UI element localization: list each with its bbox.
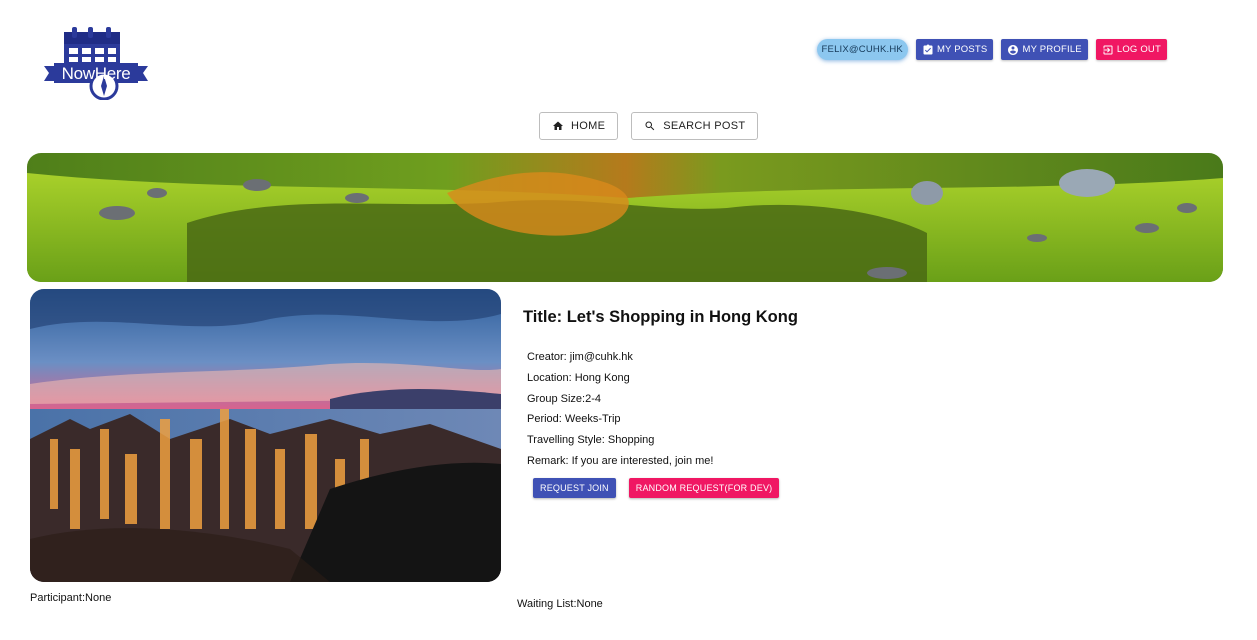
my-posts-button[interactable]: MY POSTS xyxy=(915,39,994,60)
main-nav: HOME SEARCH POST xyxy=(539,112,759,140)
top-nav: FELIX@CUHK.HK MY POSTS MY PROFILE LOG OU… xyxy=(816,39,1167,60)
search-icon xyxy=(645,121,655,131)
exit-icon xyxy=(1103,45,1113,54)
search-post-label: SEARCH POST xyxy=(663,120,746,132)
travelling-style-text: Travelling Style: Shopping xyxy=(527,434,655,447)
user-email-chip[interactable]: FELIX@CUHK.HK xyxy=(816,39,908,60)
waiting-list-text: Waiting List:None xyxy=(517,598,603,610)
grassland-image xyxy=(27,153,1223,282)
post-details: Creator: jim@cuhk.hk Location: Hong Kong… xyxy=(527,347,713,472)
post-image xyxy=(30,289,501,582)
nowhere-logo[interactable]: NowHere xyxy=(44,26,148,101)
home-icon xyxy=(553,121,563,130)
logo-graphic xyxy=(44,27,148,101)
period-text: Period: Weeks-Trip xyxy=(527,413,621,426)
location-text: Location: Hong Kong xyxy=(527,371,630,384)
request-join-button[interactable]: REQUEST JOIN xyxy=(533,478,616,498)
my-profile-button[interactable]: MY PROFILE xyxy=(1001,39,1088,60)
my-posts-label: MY POSTS xyxy=(936,44,988,55)
post-title: Title: Let's Shopping in Hong Kong xyxy=(523,308,798,326)
account-circle-icon xyxy=(1008,44,1019,55)
log-out-button[interactable]: LOG OUT xyxy=(1095,39,1167,60)
remark-text: Remark: If you are interested, join me! xyxy=(527,454,714,467)
assignment-check-icon xyxy=(923,44,933,54)
random-request-button[interactable]: RANDOM REQUEST(FOR DEV) xyxy=(628,478,780,498)
home-label: HOME xyxy=(571,120,606,132)
creator-text: Creator: jim@cuhk.hk xyxy=(527,351,633,363)
logo-text: NowHere xyxy=(61,64,131,83)
hong-kong-skyline-image xyxy=(30,289,501,582)
my-profile-label: MY PROFILE xyxy=(1022,44,1082,55)
participant-text: Participant:None xyxy=(30,592,112,604)
home-button[interactable]: HOME xyxy=(539,112,619,140)
search-post-button[interactable]: SEARCH POST xyxy=(631,112,759,140)
user-email: FELIX@CUHK.HK xyxy=(821,44,903,55)
group-size-text: Group Size:2-4 xyxy=(527,392,601,405)
log-out-label: LOG OUT xyxy=(1116,44,1161,55)
hero-banner-image xyxy=(27,153,1223,282)
post-actions: REQUEST JOIN RANDOM REQUEST(FOR DEV) xyxy=(533,478,780,498)
